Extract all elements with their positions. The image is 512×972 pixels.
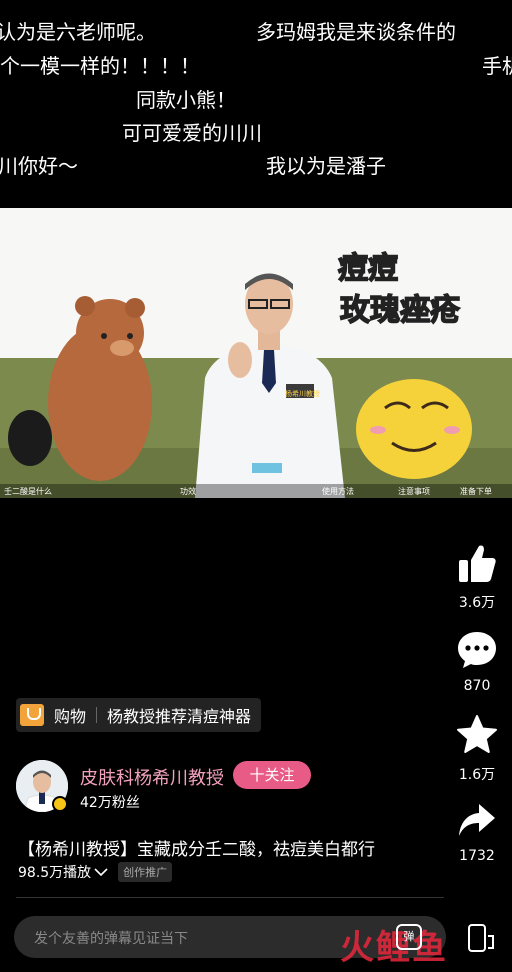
video-title: 【杨希川教授】宝藏成分壬二酸，祛痘美白都行: [18, 840, 375, 860]
video-frame: 痘痘 玫瑰痤疮 杨希川教授: [0, 208, 512, 498]
comment-button[interactable]: 870: [442, 630, 512, 694]
screen-rotate-icon[interactable]: [466, 922, 496, 956]
video-chapter[interactable]: 壬二酸是什么: [4, 486, 52, 497]
share-count: 1732: [459, 848, 495, 864]
watermark-logo: 火鲤鱼: [340, 928, 448, 968]
danmaku-comment: 手机: [482, 54, 512, 78]
danmaku-comment: 多玛姆我是来谈条件的: [256, 20, 456, 44]
danmaku-input-placeholder: 发个友善的弹幕见证当下: [34, 931, 188, 947]
chevron-down-icon: [94, 868, 108, 877]
shopping-bag-icon: [20, 704, 44, 726]
shopping-link[interactable]: 购物 杨教授推荐清痘神器: [16, 698, 262, 732]
danmaku-comment: 认为是六老师呢。: [0, 20, 156, 44]
author-name[interactable]: 皮肤科杨希川教授: [80, 764, 224, 790]
divider: [96, 707, 98, 723]
comment-count: 870: [463, 678, 491, 694]
like-count: 3.6万: [458, 595, 496, 611]
danmaku-toggle[interactable]: 弹: [396, 924, 422, 950]
share-arrow-icon: [459, 804, 495, 836]
video-chapter[interactable]: 准备下单: [460, 486, 492, 497]
promo-tag: 创作推广: [118, 862, 173, 882]
like-button[interactable]: 3.6万: [442, 542, 512, 612]
shop-product: 杨教授推荐清痘神器: [107, 707, 252, 726]
video-overlay-title: 痘痘: [338, 251, 398, 286]
comment-icon: [458, 632, 496, 668]
video-chapter[interactable]: 注意事项: [398, 486, 430, 497]
video-overlay-subtitle: 玫瑰痤疮: [340, 293, 460, 328]
favorite-button[interactable]: 1.6万: [442, 714, 512, 784]
fan-count: 42万粉丝: [80, 795, 140, 811]
favorite-count: 1.6万: [458, 767, 496, 783]
play-count: 98.5万播放: [18, 865, 92, 881]
video-player[interactable]: 痘痘 玫瑰痤疮 杨希川教授: [0, 208, 512, 498]
share-button[interactable]: 1732: [442, 800, 512, 864]
shop-label: 购物: [54, 707, 87, 726]
star-icon: [457, 715, 497, 753]
thumbs-up-icon: [459, 545, 496, 582]
divider: [16, 897, 444, 898]
verified-badge-icon: [52, 796, 68, 812]
danmaku-comment: 川你好～: [0, 154, 78, 178]
danmaku-comment: 可可爱爱的川川: [122, 121, 262, 145]
video-chapter[interactable]: 功效: [180, 486, 196, 497]
follow-button[interactable]: 十关注: [233, 761, 311, 789]
danmaku-comment: 我以为是潘子: [266, 154, 386, 178]
danmaku-comment: 个一模一样的！！！！: [0, 54, 200, 78]
doctor-name-badge: 杨希川教授: [285, 389, 320, 398]
danmaku-comment: 同款小熊！: [136, 88, 236, 112]
video-chapter[interactable]: 使用方法: [322, 486, 354, 497]
play-info[interactable]: 98.5万播放 创作推广: [18, 862, 173, 882]
